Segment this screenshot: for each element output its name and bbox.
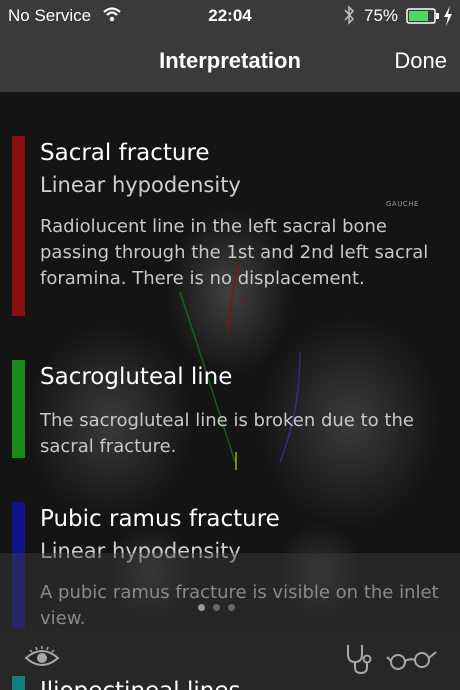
- page-title: Interpretation: [159, 48, 301, 73]
- finding-title: Sacrogluteal line: [40, 364, 233, 390]
- page-indicator[interactable]: [198, 596, 243, 615]
- finding-title: Sacral fracture: [40, 140, 210, 166]
- finding-description: Radiolucent line in the left sacral bone…: [40, 216, 429, 289]
- finding-item-iliopectineal-lines[interactable]: Iliopectineal lines: [12, 676, 460, 690]
- finding-subtitle: Linear hypodensity: [40, 173, 241, 197]
- finding-color-bar: [12, 360, 25, 458]
- interpretation-screen: GAUCHE No Service 22:04 75% Interpretati…: [0, 0, 460, 690]
- finding-color-bar: [12, 136, 25, 316]
- finding-title: Iliopectineal lines: [40, 678, 240, 690]
- stethoscope-icon[interactable]: [342, 642, 376, 680]
- status-bar: No Service 22:04 75%: [0, 0, 460, 32]
- page-dot: [228, 604, 235, 611]
- glasses-icon[interactable]: [386, 648, 438, 674]
- page-dot: [198, 604, 205, 611]
- charging-icon: [442, 5, 454, 32]
- bluetooth-icon: [342, 4, 356, 31]
- finding-title: Pubic ramus fracture: [40, 506, 280, 532]
- battery-icon: [406, 8, 440, 29]
- page-dot: [213, 604, 220, 611]
- done-button[interactable]: Done: [394, 48, 447, 74]
- battery-percent: 75%: [364, 6, 399, 25]
- navigation-bar: Interpretation Done: [0, 32, 460, 92]
- finding-color-bar: [12, 676, 25, 690]
- eye-icon[interactable]: [24, 646, 60, 674]
- finding-description: The sacrogluteal line is broken due to t…: [40, 410, 414, 457]
